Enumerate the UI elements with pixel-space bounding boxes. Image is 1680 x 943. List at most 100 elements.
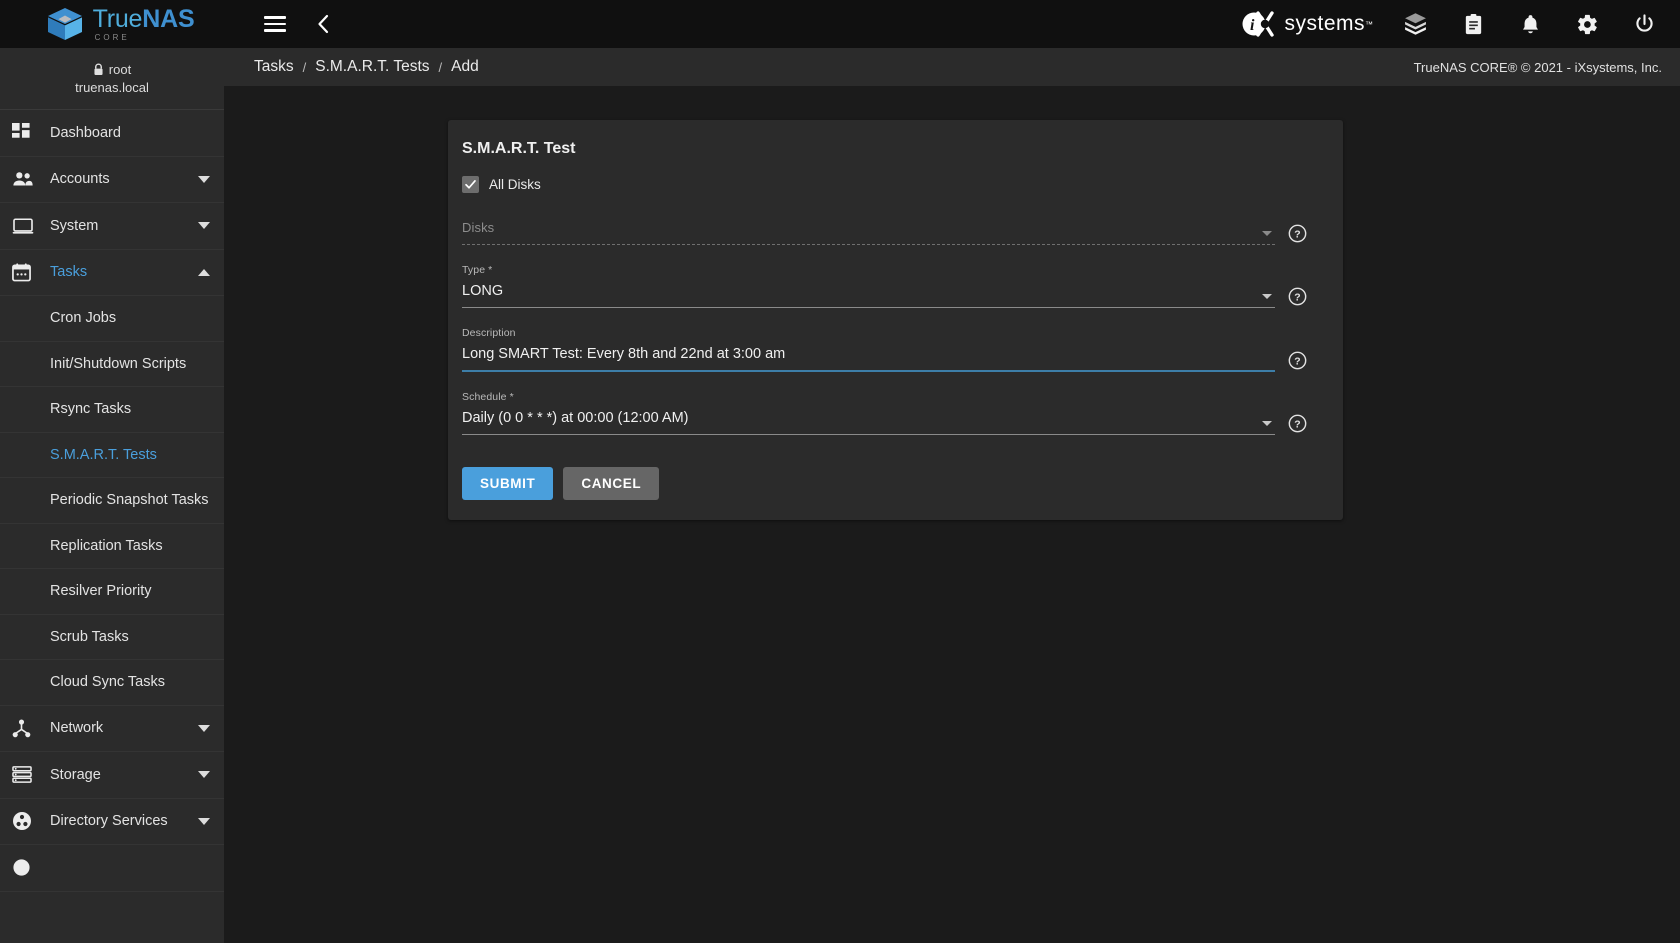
sidebar-item-directory-services[interactable]: Directory Services — [0, 799, 224, 845]
gear-icon[interactable] — [1572, 9, 1603, 40]
top-bar: TrueNAS CORE i systems ™ — [0, 0, 1680, 48]
brand-name-part1: True — [92, 4, 143, 33]
sidebar-item-storage[interactable]: Storage — [0, 752, 224, 799]
cube-layers-icon[interactable] — [1399, 8, 1432, 41]
truenas-logo-icon — [47, 7, 82, 41]
username: root — [108, 62, 132, 77]
sidebar-subitem-label: Rsync Tasks — [50, 401, 132, 418]
svg-text:?: ? — [1294, 357, 1300, 368]
clipboard-icon[interactable] — [1458, 9, 1489, 40]
brand-text: TrueNAS CORE — [92, 4, 195, 42]
disks-field: Disks ? — [462, 215, 1319, 245]
sidebar-item-dashboard[interactable]: Dashboard — [0, 110, 224, 157]
hamburger-menu-icon[interactable] — [260, 8, 290, 40]
chevron-down-icon[interactable] — [198, 222, 210, 230]
schedule-field-underline — [462, 434, 1275, 435]
chevron-down-icon[interactable] — [1262, 231, 1272, 236]
network-node-icon — [12, 719, 46, 738]
sidebar-subitem-cloud-sync-tasks[interactable]: Cloud Sync Tasks — [0, 660, 224, 706]
cancel-button[interactable]: CANCEL — [563, 467, 660, 500]
sidebar-subitem-label: Init/Shutdown Scripts — [50, 355, 187, 372]
sidebar-subitem-label: Cron Jobs — [50, 310, 117, 327]
ixsystems-logo: i systems ™ — [1242, 11, 1373, 37]
chevron-up-icon[interactable] — [198, 268, 210, 276]
breadcrumb: Tasks / S.M.A.R.T. Tests / Add TrueNAS C… — [224, 48, 1680, 86]
sidebar-item-label: Storage — [50, 766, 101, 783]
sidebar-item-network[interactable]: Network — [0, 706, 224, 752]
sidebar-subitem-label: Periodic Snapshot Tasks — [50, 492, 209, 509]
power-icon[interactable] — [1629, 9, 1660, 40]
sidebar-item-label: System — [50, 217, 99, 234]
submit-button[interactable]: SUBMIT — [462, 467, 554, 500]
description-field-underline — [462, 370, 1275, 372]
breadcrumb-item-smart-tests[interactable]: S.M.A.R.T. Tests — [315, 58, 429, 76]
sidebar-subitem-scrub-tasks[interactable]: Scrub Tasks — [0, 615, 224, 660]
help-circle-icon[interactable]: ? — [1288, 414, 1307, 433]
sidebar: root truenas.local Dashboard Accounts Sy… — [0, 48, 224, 943]
ix-trademark: ™ — [1365, 19, 1373, 29]
brand-name-part2: NAS — [142, 4, 195, 33]
page-title: S.M.A.R.T. Test — [462, 140, 576, 157]
breadcrumb-item-add[interactable]: Add — [451, 58, 479, 76]
sidebar-subitem-init-shutdown-scripts[interactable]: Init/Shutdown Scripts — [0, 342, 224, 387]
all-disks-checkbox[interactable] — [462, 176, 479, 193]
sidebar-item-tasks[interactable]: Tasks — [0, 250, 224, 296]
people-icon — [12, 170, 46, 189]
sidebar-subitem-rsync-tasks[interactable]: Rsync Tasks — [0, 387, 224, 433]
sidebar-item-label: Accounts — [50, 171, 110, 188]
sidebar-subitem-replication-tasks[interactable]: Replication Tasks — [0, 524, 224, 569]
sidebar-item-label: Tasks — [50, 264, 88, 281]
svg-text:?: ? — [1294, 420, 1300, 431]
chevron-down-icon[interactable] — [198, 175, 210, 183]
monitor-icon — [12, 217, 46, 235]
breadcrumb-separator: / — [438, 59, 443, 75]
sidebar-item-partial[interactable] — [0, 845, 224, 892]
bell-icon[interactable] — [1515, 9, 1546, 40]
svg-text:i: i — [1250, 17, 1255, 34]
content-area: S.M.A.R.T. Test All Disks Disks ? Type *… — [224, 86, 1680, 520]
topbar-right-controls: i systems ™ — [1242, 8, 1680, 41]
sidebar-subitem-smart-tests[interactable]: S.M.A.R.T. Tests — [0, 433, 224, 478]
sidebar-subitem-periodic-snapshot-tasks[interactable]: Periodic Snapshot Tasks — [0, 478, 224, 524]
description-field-value[interactable]: Long SMART Test: Every 8th and 22nd at 3… — [462, 343, 1275, 365]
sidebar-subitem-cron-jobs[interactable]: Cron Jobs — [0, 296, 224, 342]
type-field: Type * LONG ? — [462, 264, 1319, 308]
chevron-down-icon[interactable] — [1262, 421, 1272, 426]
breadcrumb-item-tasks[interactable]: Tasks — [254, 58, 294, 76]
schedule-field-value[interactable]: Daily (0 0 * * *) at 00:00 (12:00 AM) — [462, 407, 1275, 429]
sidebar-item-accounts[interactable]: Accounts — [0, 157, 224, 203]
chevron-down-icon[interactable] — [198, 724, 210, 732]
calendar-icon — [12, 263, 46, 282]
breadcrumb-separator: / — [302, 59, 307, 75]
form-actions: SUBMIT CANCEL — [462, 467, 1319, 500]
chevron-down-icon[interactable] — [198, 771, 210, 779]
sidebar-item-label: Directory Services — [50, 813, 168, 830]
chevron-down-icon[interactable] — [1262, 294, 1272, 299]
type-field-value[interactable]: LONG — [462, 280, 1275, 302]
hostname: truenas.local — [75, 80, 149, 95]
smart-test-form-card: S.M.A.R.T. Test All Disks Disks ? Type *… — [448, 120, 1343, 520]
all-disks-checkbox-row[interactable]: All Disks — [462, 176, 1319, 193]
topbar-left-controls — [260, 8, 334, 40]
svg-text:?: ? — [1294, 230, 1300, 241]
help-circle-icon[interactable]: ? — [1288, 287, 1307, 306]
brand-subtitle: CORE — [94, 32, 130, 42]
sharing-icon — [12, 858, 46, 877]
all-disks-label: All Disks — [489, 177, 541, 192]
sidebar-subitem-label: S.M.A.R.T. Tests — [50, 446, 157, 463]
chevron-left-icon[interactable] — [312, 10, 334, 38]
chevron-down-icon[interactable] — [198, 817, 210, 825]
storage-stack-icon — [12, 765, 46, 784]
sidebar-subitem-resilver-priority[interactable]: Resilver Priority — [0, 569, 224, 615]
sidebar-subitem-label: Cloud Sync Tasks — [50, 674, 165, 691]
sidebar-subitem-label: Scrub Tasks — [50, 628, 129, 645]
help-circle-icon[interactable]: ? — [1288, 224, 1307, 243]
help-circle-icon[interactable]: ? — [1288, 351, 1307, 370]
sidebar-item-system[interactable]: System — [0, 203, 224, 250]
copyright-text: TrueNAS CORE® © 2021 - iXsystems, Inc. — [1413, 59, 1662, 75]
description-field: Description Long SMART Test: Every 8th a… — [462, 327, 1319, 372]
ix-mark-icon: i — [1242, 11, 1275, 37]
disks-field-label: Disks — [462, 220, 495, 235]
description-field-label: Description — [462, 327, 516, 339]
schedule-field: Schedule * Daily (0 0 * * *) at 00:00 (1… — [462, 391, 1319, 435]
